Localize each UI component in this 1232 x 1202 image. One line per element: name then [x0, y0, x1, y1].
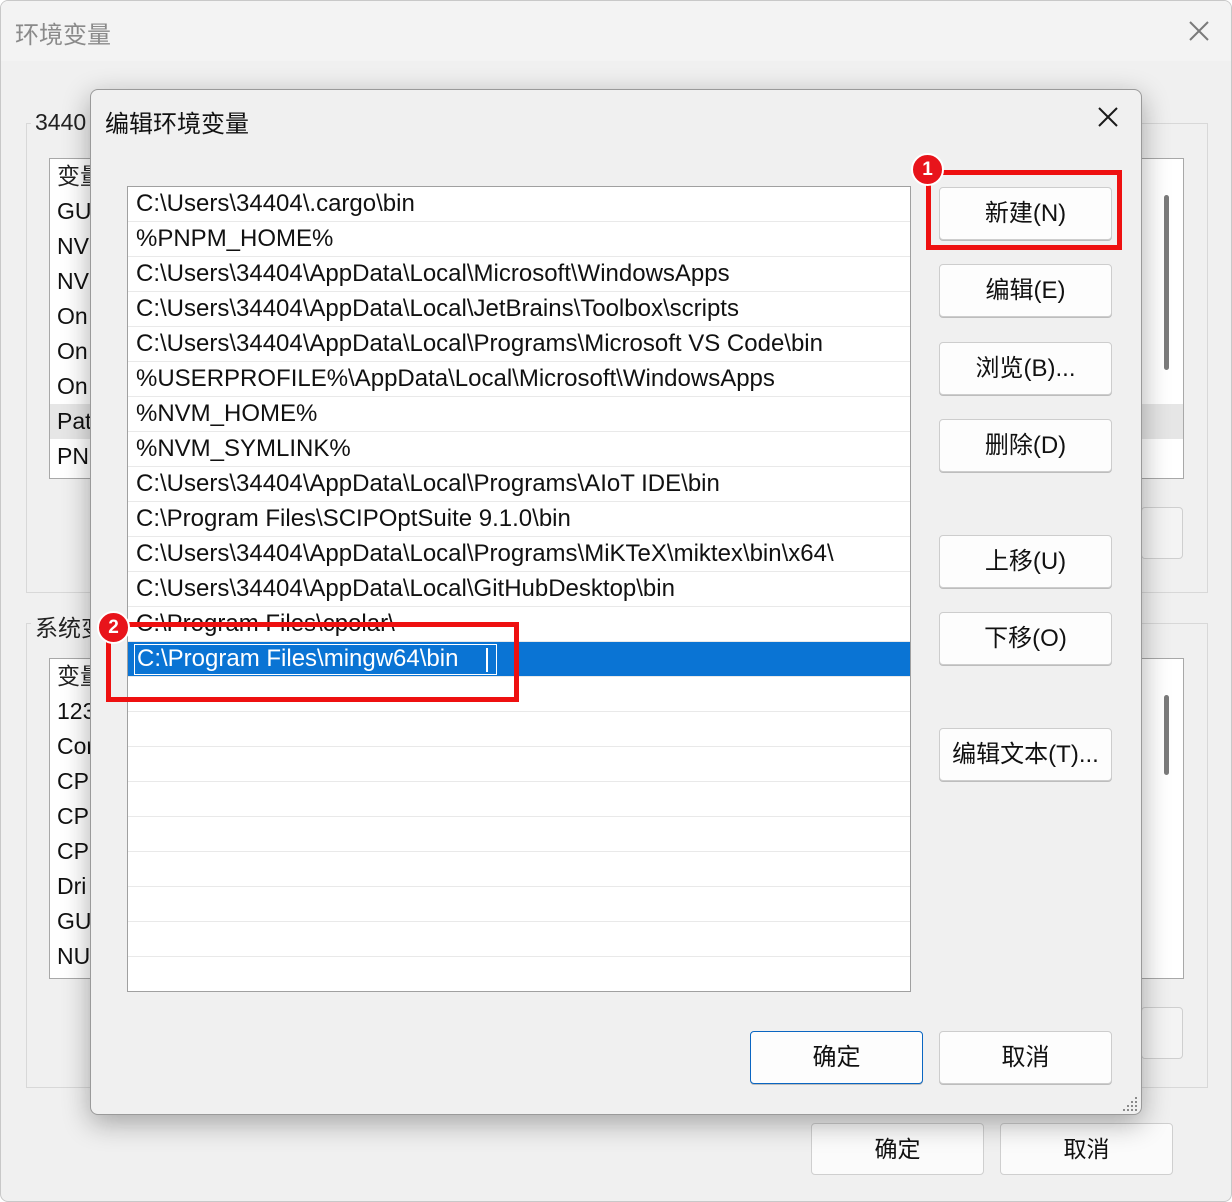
dialog-title: 编辑环境变量	[105, 111, 249, 138]
path-row-empty[interactable]	[128, 747, 910, 782]
step-badge-2: 2	[97, 611, 130, 644]
close-icon[interactable]	[1183, 15, 1215, 47]
path-row[interactable]: C:\Users\34404\AppData\Local\GitHubDeskt…	[128, 572, 910, 607]
path-row[interactable]: C:\Users\34404\AppData\Local\Programs\Mi…	[128, 537, 910, 572]
path-row[interactable]: C:\Program Files\SCIPOptSuite 9.1.0\bin	[128, 502, 910, 537]
path-row[interactable]: C:\Users\34404\AppData\Local\Microsoft\W…	[128, 257, 910, 292]
path-row[interactable]: C:\Users\34404\AppData\Local\Programs\AI…	[128, 467, 910, 502]
path-row[interactable]: %NVM_HOME%	[128, 397, 910, 432]
user-variables-button[interactable]	[1141, 507, 1183, 559]
path-row[interactable]: C:\Users\34404\AppData\Local\JetBrains\T…	[128, 292, 910, 327]
path-list[interactable]: C:\Users\34404\.cargo\bin %PNPM_HOME% C:\U…	[127, 186, 911, 992]
scrollbar-thumb[interactable]	[1164, 695, 1169, 775]
path-row-empty[interactable]	[128, 957, 910, 991]
edit-button[interactable]: 编辑(E)	[939, 264, 1112, 317]
user-variables-label: 3440	[31, 109, 91, 136]
ok-button[interactable]: 确定	[750, 1031, 923, 1084]
title-bar: 环境变量	[1, 1, 1231, 61]
path-row-empty[interactable]	[128, 712, 910, 747]
delete-button[interactable]: 删除(D)	[939, 419, 1112, 472]
step-badge-1: 1	[911, 153, 944, 186]
edit-text-button[interactable]: 编辑文本(T)...	[939, 728, 1112, 781]
scrollbar-thumb[interactable]	[1164, 195, 1169, 370]
browse-button[interactable]: 浏览(B)...	[939, 342, 1112, 395]
path-row-empty[interactable]	[128, 922, 910, 957]
path-row-empty[interactable]	[128, 782, 910, 817]
resize-grip-icon[interactable]	[1121, 1095, 1139, 1113]
env-ok-button[interactable]: 确定	[811, 1123, 984, 1175]
move-up-button[interactable]: 上移(U)	[939, 535, 1112, 588]
path-row[interactable]: %USERPROFILE%\AppData\Local\Microsoft\Wi…	[128, 362, 910, 397]
system-variables-button[interactable]	[1141, 1007, 1183, 1059]
close-icon[interactable]	[1094, 103, 1122, 131]
cancel-button[interactable]: 取消	[939, 1031, 1112, 1084]
path-row-empty[interactable]	[128, 817, 910, 852]
path-row[interactable]: %NVM_SYMLINK%	[128, 432, 910, 467]
highlight-new-button	[926, 170, 1122, 250]
path-row[interactable]: C:\Users\34404\.cargo\bin	[128, 187, 910, 222]
path-row-empty[interactable]	[128, 852, 910, 887]
path-row[interactable]: C:\Users\34404\AppData\Local\Programs\Mi…	[128, 327, 910, 362]
highlight-new-path	[106, 622, 519, 702]
path-row[interactable]: %PNPM_HOME%	[128, 222, 910, 257]
move-down-button[interactable]: 下移(O)	[939, 612, 1112, 665]
path-row-empty[interactable]	[128, 887, 910, 922]
window-title: 环境变量	[15, 22, 111, 49]
env-cancel-button[interactable]: 取消	[1000, 1123, 1173, 1175]
